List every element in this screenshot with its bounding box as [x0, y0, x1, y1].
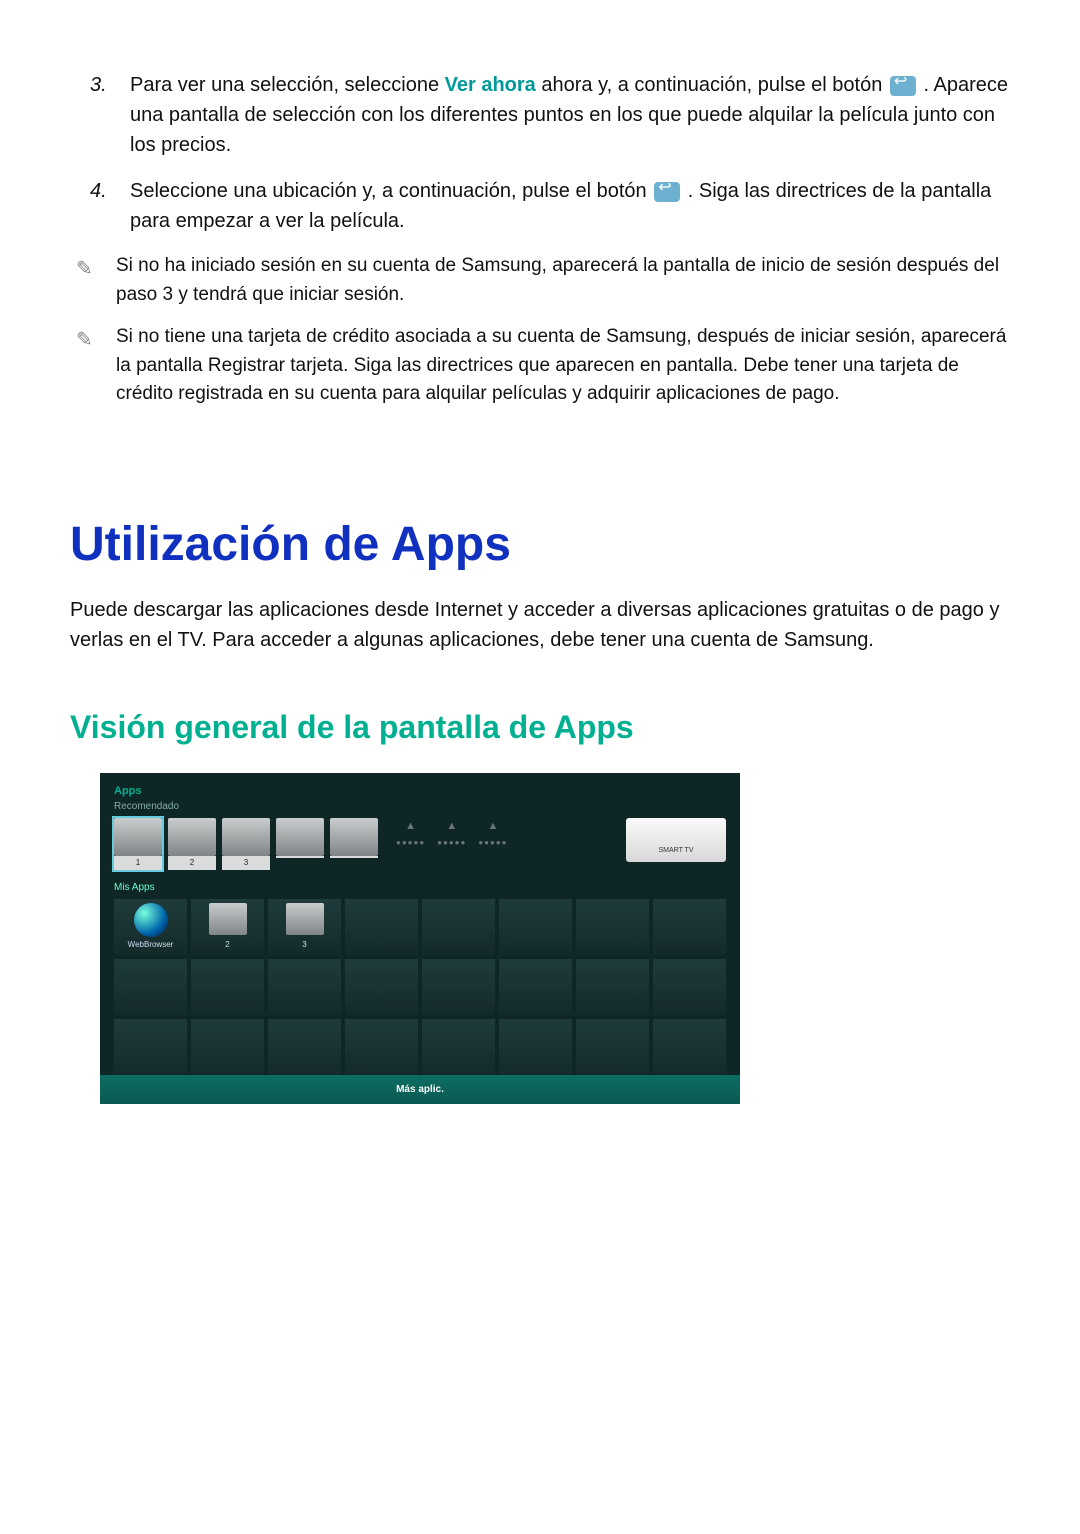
rec-tiles: 1 2 3 [114, 818, 378, 870]
step-text: Para ver una selección, seleccione Ver a… [130, 70, 1010, 160]
label-apps: Apps [114, 783, 726, 800]
app-tile-empty [191, 1019, 264, 1075]
pencil-icon: ✎ [76, 323, 100, 409]
app-tile-empty [576, 1019, 649, 1075]
note-text: Si no ha iniciado sesión en su cuenta de… [116, 252, 1010, 309]
label-recomendado: Recomendado [114, 799, 726, 814]
app-tile-empty [114, 959, 187, 1015]
app-tile-empty [576, 899, 649, 955]
heading-vision-general: Visión general de la pantalla de Apps [70, 703, 1010, 751]
label-mis-apps: Mis Apps [114, 880, 726, 895]
app-tile-empty [422, 959, 495, 1015]
rec-tile-4 [276, 818, 324, 870]
enter-icon [890, 76, 916, 96]
app-tile-empty [499, 959, 572, 1015]
app-tile-empty [653, 899, 726, 955]
app-tile-empty [114, 1019, 187, 1075]
app-tile-empty [422, 1019, 495, 1075]
heading-utilizacion-apps: Utilización de Apps [70, 509, 1010, 581]
step-number: 3. [90, 70, 114, 160]
rec-tile-3: 3 [222, 818, 270, 870]
step-4: 4. Seleccione una ubicación y, a continu… [90, 176, 1010, 236]
note-2: ✎ Si no tiene una tarjeta de crédito aso… [76, 323, 1010, 409]
text: Para ver una selección, seleccione [130, 74, 445, 96]
app-tile-empty [345, 1019, 418, 1075]
step-number: 4. [90, 176, 114, 236]
highlight-verahora: Ver ahora [445, 74, 536, 96]
app-tile-empty [345, 959, 418, 1015]
app-tile-empty [499, 899, 572, 955]
step-3: 3. Para ver una selección, seleccione Ve… [90, 70, 1010, 160]
rec-tile-1: 1 [114, 818, 162, 870]
text: Seleccione una ubicación y, a continuaci… [130, 180, 652, 202]
note-1: ✎ Si no ha iniciado sesión en su cuenta … [76, 252, 1010, 309]
app-tile-empty [422, 899, 495, 955]
rec-tile-5 [330, 818, 378, 870]
rec-tile-2: 2 [168, 818, 216, 870]
app-tile-3: 3 [268, 899, 341, 955]
app-tile-2: 2 [191, 899, 264, 955]
app-tile-empty [268, 1019, 341, 1075]
app-webbrowser: WebBrowser [114, 899, 187, 955]
intro-paragraph: Puede descargar las aplicaciones desde I… [70, 595, 1010, 655]
app-tile-empty [191, 959, 264, 1015]
enter-icon [654, 182, 680, 202]
more-apps-bar: Más aplic. [100, 1075, 740, 1104]
app-tile-empty [576, 959, 649, 1015]
apps-screen-illustration: Apps Recomendado 1 2 3 ▲●●●●● ▲●●●●● ▲●●… [100, 773, 740, 1105]
app-tile-empty [345, 899, 418, 955]
step-text: Seleccione una ubicación y, a continuaci… [130, 176, 1010, 236]
recommended-row: 1 2 3 ▲●●●●● ▲●●●●● ▲●●●●● SMART TV [114, 818, 726, 870]
app-tile-empty [268, 959, 341, 1015]
note-text: Si no tiene una tarjeta de crédito asoci… [116, 323, 1010, 409]
app-tile-empty [499, 1019, 572, 1075]
app-tile-empty [653, 959, 726, 1015]
smart-tv-logo: SMART TV [626, 818, 726, 862]
app-tile-empty [653, 1019, 726, 1075]
pencil-icon: ✎ [76, 252, 100, 309]
text: ahora y, a continuación, pulse el botón [541, 74, 888, 96]
apps-grid: WebBrowser 2 3 [114, 899, 726, 1075]
deco-icons: ▲●●●●● ▲●●●●● ▲●●●●● [396, 818, 508, 849]
